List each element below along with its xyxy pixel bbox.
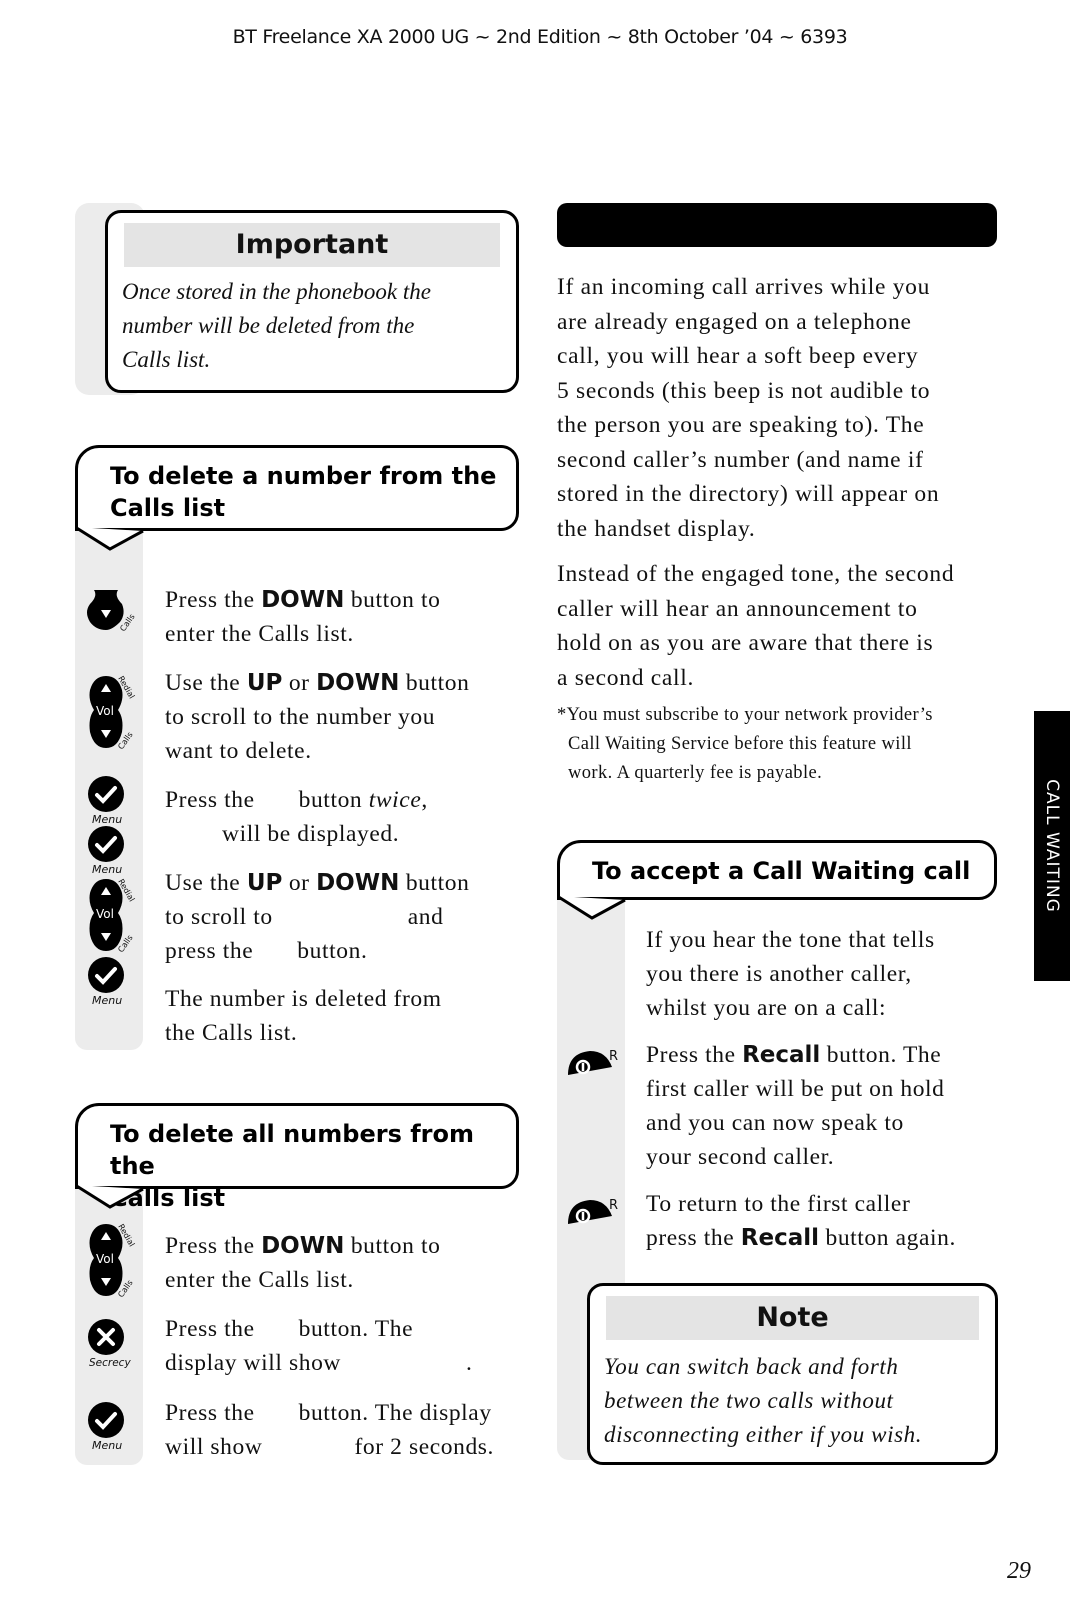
note-title: Note <box>606 1296 979 1340</box>
delete-all-heading: To delete all numbers from the Calls lis… <box>75 1103 519 1212</box>
heading-pointer-icon <box>75 1185 144 1209</box>
document-header: BT Freelance XA 2000 UG ~ 2nd Edition ~ … <box>232 26 848 48</box>
svg-text:R: R <box>609 1049 618 1064</box>
menu-check-button-icon[interactable]: Menu <box>84 775 132 827</box>
svg-text:Vol: Vol <box>96 704 114 718</box>
vol-up-down-button-icon[interactable]: Vol Redial Calls <box>84 875 138 957</box>
section-title-bar <box>557 203 997 247</box>
heading-pointer-icon <box>75 527 144 551</box>
important-title: Important <box>124 223 500 267</box>
vol-up-down-button-icon[interactable]: Vol Redial Calls <box>84 672 138 754</box>
svg-text:Menu: Menu <box>92 1439 122 1452</box>
recall-button-icon[interactable]: R <box>564 1194 624 1238</box>
accept-call-intro: If you hear the tone that tells you ther… <box>646 927 935 1021</box>
section-side-tab-label: CALL WAITING <box>1042 779 1062 913</box>
delete-all-step-1: Press the DOWN button to enter the Calls… <box>165 1233 441 1293</box>
vol-up-down-button-icon[interactable]: Vol Redial Calls <box>84 1220 138 1302</box>
note-box: Note You can switch back and forth betwe… <box>587 1283 998 1465</box>
call-waiting-intro-para-2: Instead of the engaged tone, the second … <box>557 561 955 691</box>
svg-text:Secrecy: Secrecy <box>89 1357 131 1369</box>
menu-check-button-icon[interactable]: Menu <box>84 1401 132 1453</box>
recall-button-icon[interactable]: R <box>564 1045 624 1089</box>
delete-all-step-3: Press the button. The display will show fo… <box>165 1400 495 1460</box>
svg-text:Menu: Menu <box>92 994 122 1007</box>
subscription-footnote: *You must subscribe to your network prov… <box>557 705 933 783</box>
svg-text:Vol: Vol <box>96 907 114 921</box>
svg-text:Vol: Vol <box>96 1252 114 1266</box>
delete-one-step-2: Use the UP or DOWN button to scroll to t… <box>165 670 470 764</box>
delete-one-step-4: Use the UP or DOWN button to scroll to an… <box>165 870 470 964</box>
delete-one-step-1: Press the DOWN button to enter the Calls… <box>165 587 441 647</box>
delete-number-heading: To delete a number from the Calls list <box>75 445 519 531</box>
note-text: You can switch back and forth between th… <box>604 1354 923 1447</box>
accept-call-step-1: Press the Recall button. The first calle… <box>646 1042 945 1170</box>
heading-pointer-icon <box>557 896 626 920</box>
call-waiting-intro-para-1: If an incoming call arrives while you ar… <box>557 274 940 542</box>
down-calls-button-icon[interactable]: Calls <box>84 588 136 636</box>
page-number: 29 <box>1007 1558 1031 1584</box>
delete-all-step-2: Press the button. The display will show. <box>165 1316 473 1376</box>
delete-one-step-5: The number is deleted from the Calls lis… <box>165 986 442 1046</box>
menu-check-button-icon[interactable]: Menu <box>84 956 132 1008</box>
menu-check-button-icon[interactable]: Menu <box>84 825 132 877</box>
svg-text:R: R <box>609 1198 618 1213</box>
important-text: Once stored in the phonebook the number … <box>122 279 431 372</box>
accept-call-step-2: To return to the first caller press the … <box>646 1191 956 1251</box>
delete-one-step-3: Press the button twice, will be displayed… <box>165 787 428 847</box>
important-box: Important Once stored in the phonebook t… <box>105 210 519 393</box>
accept-call-heading: To accept a Call Waiting call <box>557 840 997 900</box>
section-side-tab[interactable]: CALL WAITING <box>1034 711 1070 981</box>
secrecy-x-button-icon[interactable]: Secrecy <box>84 1318 136 1370</box>
